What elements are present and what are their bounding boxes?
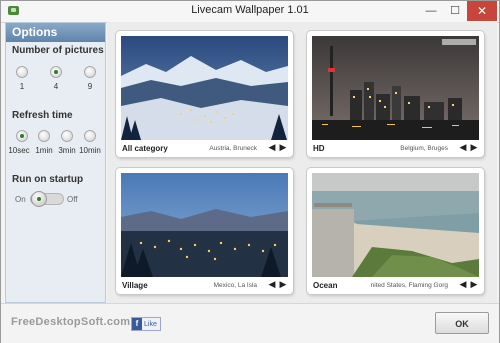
next-arrow-icon[interactable]: ▶: [278, 279, 288, 290]
pictures-radio-4[interactable]: [50, 66, 62, 78]
webcam-image-lake-village[interactable]: [121, 173, 288, 277]
next-arrow-icon[interactable]: ▶: [469, 142, 479, 153]
pictures-radio-9[interactable]: [84, 66, 96, 78]
category-label: Village: [122, 281, 148, 290]
previous-arrow-icon[interactable]: ◀: [458, 279, 468, 290]
location-label: Mexico, La Isla: [213, 282, 257, 289]
options-header: Options: [6, 23, 105, 42]
webcam-card[interactable]: All category Austria, Bruneck ◀ ▶: [116, 31, 293, 157]
run-on-startup-toggle[interactable]: [30, 191, 64, 207]
number-of-pictures-title: Number of pictures: [12, 45, 104, 56]
previous-arrow-icon[interactable]: ◀: [267, 142, 277, 153]
refresh-label-10min: 10min: [79, 146, 101, 155]
pictures-label-9: 9: [87, 82, 93, 91]
close-button[interactable]: ✕: [467, 1, 497, 21]
location-label: Austria, Bruneck: [209, 145, 257, 152]
options-panel: Options Number of pictures 1 4 9 Refresh…: [5, 22, 106, 303]
webcam-card[interactable]: Ocean nited States, Flaming Gorg ◀ ▶: [307, 168, 484, 294]
location-label: Belgium, Bruges: [400, 145, 448, 152]
refresh-radio-3min[interactable]: [61, 130, 73, 142]
refresh-radio-10min[interactable]: [84, 130, 96, 142]
webcam-card[interactable]: HD Belgium, Bruges ◀ ▶: [307, 31, 484, 157]
pictures-radio-1[interactable]: [16, 66, 28, 78]
webcam-image-city-night[interactable]: [312, 36, 479, 140]
pictures-label-4: 4: [53, 82, 59, 91]
footer: FreeDesktopSoft.com f Like OK: [1, 303, 499, 343]
category-label: All category: [122, 144, 168, 153]
refresh-time-title: Refresh time: [12, 110, 73, 121]
location-label: nited States, Flaming Gorg: [370, 282, 448, 289]
pictures-label-1: 1: [19, 82, 25, 91]
facebook-icon: f: [132, 318, 142, 330]
run-on-startup-title: Run on startup: [12, 174, 84, 185]
webcam-card[interactable]: Village Mexico, La Isla ◀ ▶: [116, 168, 293, 294]
previous-arrow-icon[interactable]: ◀: [458, 142, 468, 153]
facebook-like-button[interactable]: f Like: [131, 317, 161, 331]
next-arrow-icon[interactable]: ▶: [278, 142, 288, 153]
app-window: Livecam Wallpaper 1.01 — ☐ ✕ Options Num…: [0, 0, 500, 343]
webcam-image-mountain-village[interactable]: [121, 36, 288, 140]
next-arrow-icon[interactable]: ▶: [469, 279, 479, 290]
like-label: Like: [144, 321, 157, 328]
title-bar: Livecam Wallpaper 1.01 — ☐ ✕: [1, 1, 499, 23]
refresh-radio-1min[interactable]: [38, 130, 50, 142]
webcam-grid: All category Austria, Bruneck ◀ ▶ HD Bel…: [107, 22, 497, 303]
category-label: HD: [313, 144, 325, 153]
refresh-radio-10sec[interactable]: [16, 130, 28, 142]
brand-link[interactable]: FreeDesktopSoft.com: [11, 316, 130, 328]
toggle-off-label: Off: [67, 195, 78, 204]
previous-arrow-icon[interactable]: ◀: [267, 279, 277, 290]
maximize-button[interactable]: ☐: [443, 1, 467, 21]
category-label: Ocean: [313, 281, 338, 290]
minimize-button[interactable]: —: [419, 1, 443, 21]
toggle-knob[interactable]: [31, 191, 47, 207]
webcam-image-beach[interactable]: [312, 173, 479, 277]
toggle-on-label: On: [15, 195, 26, 204]
ok-button[interactable]: OK: [435, 312, 489, 334]
